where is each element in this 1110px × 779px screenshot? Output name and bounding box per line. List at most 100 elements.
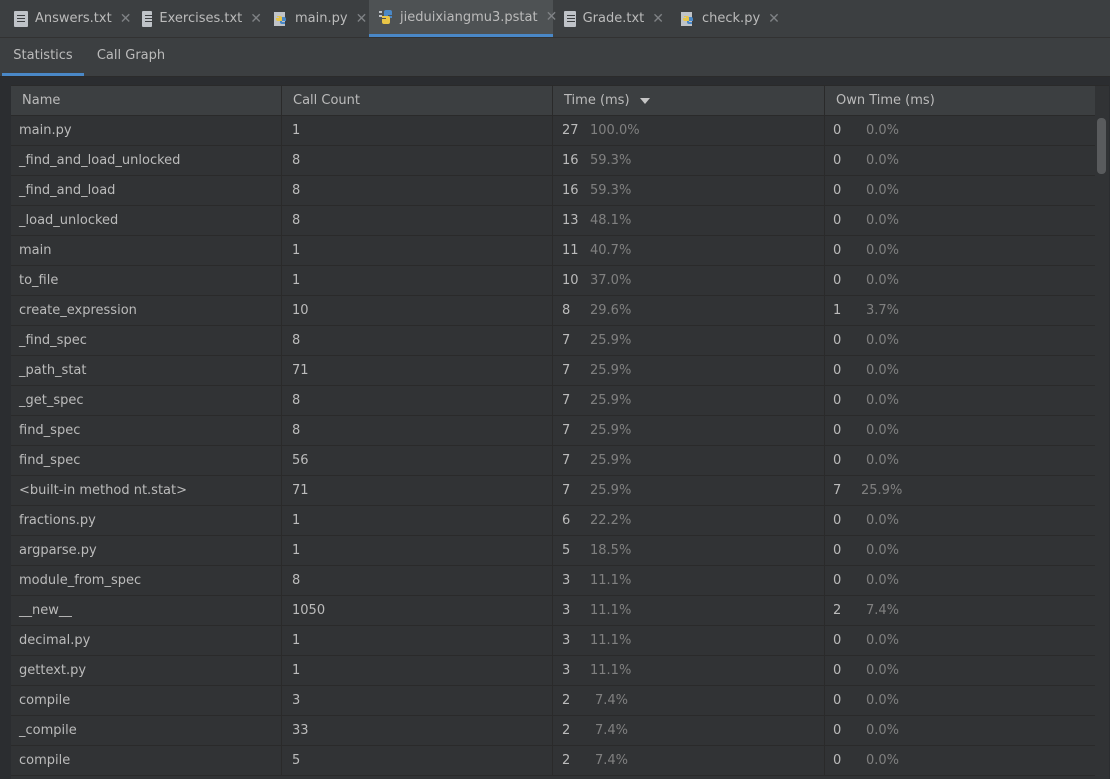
close-icon[interactable]: ✕ [652, 11, 664, 27]
time-percent: 18.5% [590, 543, 632, 558]
close-icon[interactable]: ✕ [356, 11, 368, 27]
cell-name: compile [11, 746, 282, 775]
time-value: 5 [562, 543, 571, 558]
table-row[interactable]: find_spec 56 7 25.9% 0 0.0% [11, 446, 1095, 476]
column-header-time[interactable]: Time (ms) [553, 86, 825, 115]
own-time-value: 0 [833, 513, 842, 528]
tab-answers-txt[interactable]: Answers.txt ✕ [14, 0, 134, 37]
scrollbar-thumb[interactable] [1097, 118, 1106, 174]
table-row[interactable]: module_from_spec 8 3 11.1% 0 0.0% [11, 566, 1095, 596]
cell-call-count: 1 [282, 506, 553, 535]
tab-label: check.py [702, 11, 761, 26]
own-time-value: 0 [833, 693, 842, 708]
time-value: 6 [562, 513, 571, 528]
own-time-value: 0 [833, 423, 842, 438]
column-header-call-count[interactable]: Call Count [282, 86, 553, 115]
table-row[interactable]: <built-in method nt.stat> 71 7 25.9% 7 25.9% [11, 476, 1095, 506]
table-row[interactable]: _find_and_load 8 16 59.3% 0 0.0% [11, 176, 1095, 206]
cell-call-count: 56 [282, 446, 553, 475]
table-row[interactable]: find_spec 8 7 25.9% 0 0.0% [11, 416, 1095, 446]
table-row[interactable]: compile 3 2 7.4% 0 0.0% [11, 686, 1095, 716]
own-time-value: 0 [833, 633, 842, 648]
time-percent: 7.4% [594, 723, 628, 738]
cell-time: 16 59.3% [553, 176, 825, 205]
table-row[interactable]: __new__ 1050 3 11.1% 2 7.4% [11, 596, 1095, 626]
own-time-percent: 0.0% [865, 423, 899, 438]
table-row[interactable]: main.py 1 27 100.0% 0 0.0% [11, 116, 1095, 146]
cell-name: _find_spec [11, 326, 282, 355]
table-row[interactable]: to_file 1 10 37.0% 0 0.0% [11, 266, 1095, 296]
cell-call-count: 1 [282, 266, 553, 295]
time-value: 3 [562, 603, 571, 618]
cell-time: 3 11.1% [553, 626, 825, 655]
own-time-percent: 0.0% [865, 123, 899, 138]
table-row[interactable]: create_expression 10 8 29.6% 1 3.7% [11, 296, 1095, 326]
own-time-percent: 0.0% [865, 333, 899, 348]
table-row[interactable]: main 1 11 40.7% 0 0.0% [11, 236, 1095, 266]
cell-time: 2 7.4% [553, 716, 825, 745]
own-time-value: 0 [833, 453, 842, 468]
own-time-value: 0 [833, 393, 842, 408]
time-percent: 25.9% [590, 483, 632, 498]
own-time-percent: 0.0% [865, 393, 899, 408]
time-percent: 11.1% [590, 573, 632, 588]
table-row[interactable]: fractions.py 1 6 22.2% 0 0.0% [11, 506, 1095, 536]
tab-label: jieduixiangmu3.pstat [400, 9, 538, 25]
cell-own-time: 0 0.0% [825, 356, 1095, 385]
tab-main-py[interactable]: main.py ✕ [274, 0, 368, 37]
cell-call-count: 1050 [282, 596, 553, 625]
cell-own-time: 0 0.0% [825, 266, 1095, 295]
time-value: 7 [562, 363, 571, 378]
close-icon[interactable]: ✕ [546, 9, 558, 25]
column-header-label: Call Count [293, 93, 361, 108]
own-time-percent: 3.7% [865, 303, 899, 318]
column-header-own-time[interactable]: Own Time (ms) [825, 86, 1095, 115]
python-file-icon [274, 11, 288, 27]
tab-grade-txt[interactable]: Grade.txt ✕ [564, 0, 664, 37]
own-time-value: 0 [833, 243, 842, 258]
own-time-value: 0 [833, 723, 842, 738]
own-time-value: 0 [833, 213, 842, 228]
own-time-percent: 0.0% [865, 513, 899, 528]
tab-label: main.py [295, 11, 348, 26]
column-header-label: Name [22, 93, 61, 108]
table-row[interactable]: _load_unlocked 8 13 48.1% 0 0.0% [11, 206, 1095, 236]
cell-name: fractions.py [11, 506, 282, 535]
own-time-value: 0 [833, 153, 842, 168]
table-row[interactable]: compile 5 2 7.4% 0 0.0% [11, 746, 1095, 776]
text-file-icon [564, 10, 576, 27]
table-row[interactable]: gettext.py 1 3 11.1% 0 0.0% [11, 656, 1095, 686]
table-row[interactable]: _path_stat 71 7 25.9% 0 0.0% [11, 356, 1095, 386]
cell-call-count: 71 [282, 476, 553, 505]
time-value: 16 [562, 183, 579, 198]
table-row[interactable]: _find_spec 8 7 25.9% 0 0.0% [11, 326, 1095, 356]
table-row[interactable]: decimal.py 1 3 11.1% 0 0.0% [11, 626, 1095, 656]
time-value: 7 [562, 333, 571, 348]
own-time-percent: 0.0% [865, 213, 899, 228]
cell-name: create_expression [11, 296, 282, 325]
vertical-scrollbar[interactable] [1095, 116, 1109, 779]
own-time-value: 0 [833, 663, 842, 678]
table-row[interactable]: _get_spec 8 7 25.9% 0 0.0% [11, 386, 1095, 416]
tab-check-py[interactable]: check.py ✕ [681, 0, 781, 37]
table-row[interactable]: _find_and_load_unlocked 8 16 59.3% 0 0.0% [11, 146, 1095, 176]
close-icon[interactable]: ✕ [768, 11, 780, 27]
tab-jieduixiangmu3-pstat[interactable]: jieduixiangmu3.pstat ✕ [369, 0, 557, 37]
cell-name: gettext.py [11, 656, 282, 685]
close-icon[interactable]: ✕ [250, 11, 262, 27]
close-icon[interactable]: ✕ [120, 11, 132, 27]
own-time-value: 7 [833, 483, 842, 498]
own-time-value: 0 [833, 333, 842, 348]
column-header-name[interactable]: Name [11, 86, 282, 115]
cell-name: decimal.py [11, 626, 282, 655]
table-row[interactable]: argparse.py 1 5 18.5% 0 0.0% [11, 536, 1095, 566]
tab-exercises-txt[interactable]: Exercises.txt ✕ [142, 0, 262, 37]
table-row[interactable]: _compile 33 2 7.4% 0 0.0% [11, 716, 1095, 746]
time-percent: 22.2% [590, 513, 632, 528]
time-percent: 11.1% [590, 603, 632, 618]
time-percent: 11.1% [590, 633, 632, 648]
cell-name: compile [11, 686, 282, 715]
tab-statistics[interactable]: Statistics [2, 38, 84, 76]
tab-call-graph[interactable]: Call Graph [92, 38, 170, 76]
cell-time: 7 25.9% [553, 326, 825, 355]
